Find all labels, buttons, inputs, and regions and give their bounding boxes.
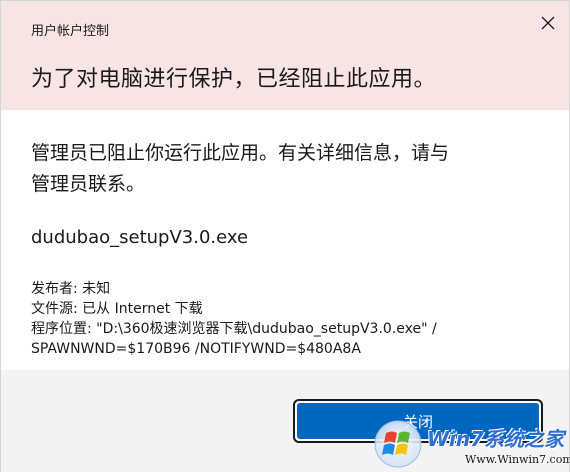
blocked-app-name: dudubao_setupV3.0.exe (31, 227, 249, 248)
watermark-url: Www.Winwin7.com (465, 453, 570, 466)
app-details: 发布者: 未知 文件源: 已从 Internet 下载 程序位置: "D:\36… (31, 279, 551, 359)
dialog-header: 用户帐户控制 为了对电脑进行保护，已经阻止此应用。 (1, 1, 569, 110)
dialog-message: 管理员已阻止你运行此应用。有关详细信息，请与管理员联系。 (31, 142, 450, 195)
publisher-line: 发布者: 未知 (31, 281, 111, 297)
program-args-line: SPAWNWND=$170B96 /NOTIFYWND=$480A8A (31, 341, 361, 357)
file-source-line: 文件源: 已从 Internet 下载 (31, 301, 203, 317)
watermark: Win7系统之家 Www.Winwin7.com (369, 415, 570, 471)
title-close-button[interactable] (533, 9, 563, 37)
dialog-headline: 为了对电脑进行保护，已经阻止此应用。 (31, 67, 437, 92)
windows-logo-icon (374, 420, 422, 468)
uac-dialog: 用户帐户控制 为了对电脑进行保护，已经阻止此应用。 管理员已阻止你运行此应用。有… (0, 0, 570, 472)
close-icon (541, 16, 555, 30)
dialog-app-title: 用户帐户控制 (31, 24, 110, 39)
watermark-brand: Win7系统之家 (427, 427, 565, 451)
program-location-line: 程序位置: "D:\360极速浏览器下载\dudubao_setupV3.0.e… (31, 321, 437, 337)
